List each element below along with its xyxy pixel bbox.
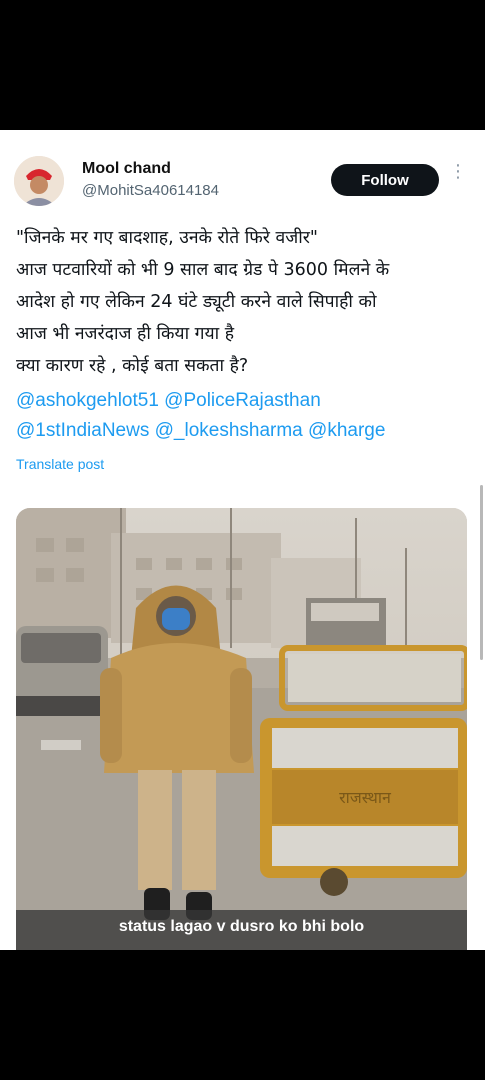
- post-text-line: आज भी नजरंदाज ही किया गया है: [16, 324, 235, 344]
- caption-bar: status lagao v dusro ko bhi bolo: [16, 910, 467, 950]
- barricade: राजस्थान: [260, 645, 467, 896]
- avatar[interactable]: [14, 156, 64, 206]
- translate-post-link[interactable]: Translate post: [16, 456, 104, 472]
- more-options-icon[interactable]: ⋮: [449, 162, 467, 180]
- truck: [306, 598, 386, 646]
- post-text-line: "जिनके मर गए बादशाह, उनके रोते फिरे वजीर…: [16, 228, 318, 248]
- mention-line[interactable]: @1stIndiaNews @_lokeshsharma @kharge: [16, 416, 385, 446]
- author-name[interactable]: Mool chand: [82, 160, 171, 178]
- post-card: Mool chand @MohitSa40614184 Follow ⋮ "जि…: [0, 130, 485, 950]
- mention-line[interactable]: @ashokgehlot51 @PoliceRajasthan: [16, 386, 385, 416]
- post-image[interactable]: राजस्थान: [16, 508, 467, 950]
- scrollbar[interactable]: [480, 485, 483, 660]
- post-text-line: क्या कारण रहे , कोई बता सकता है?: [16, 356, 249, 376]
- barricade-label: राजस्थान: [339, 788, 392, 807]
- post-header: Mool chand @MohitSa40614184 Follow ⋮: [14, 156, 471, 212]
- car: [16, 626, 108, 716]
- post-text: "जिनके मर गए बादशाह, उनके रोते फिरे वजीर…: [16, 222, 471, 382]
- follow-button[interactable]: Follow: [331, 164, 439, 196]
- post-text-line: आदेश हो गए लेकिन 24 घंटे ड्यूटी करने वाल…: [16, 292, 377, 312]
- post-text-line: आज पटवारियों को भी 9 साल बाद ग्रेड पे 36…: [16, 260, 390, 280]
- mentions: @ashokgehlot51 @PoliceRajasthan @1stIndi…: [16, 386, 385, 446]
- author-handle[interactable]: @MohitSa40614184: [82, 182, 219, 199]
- caption-text: status lagao v dusro ko bhi bolo: [118, 918, 365, 935]
